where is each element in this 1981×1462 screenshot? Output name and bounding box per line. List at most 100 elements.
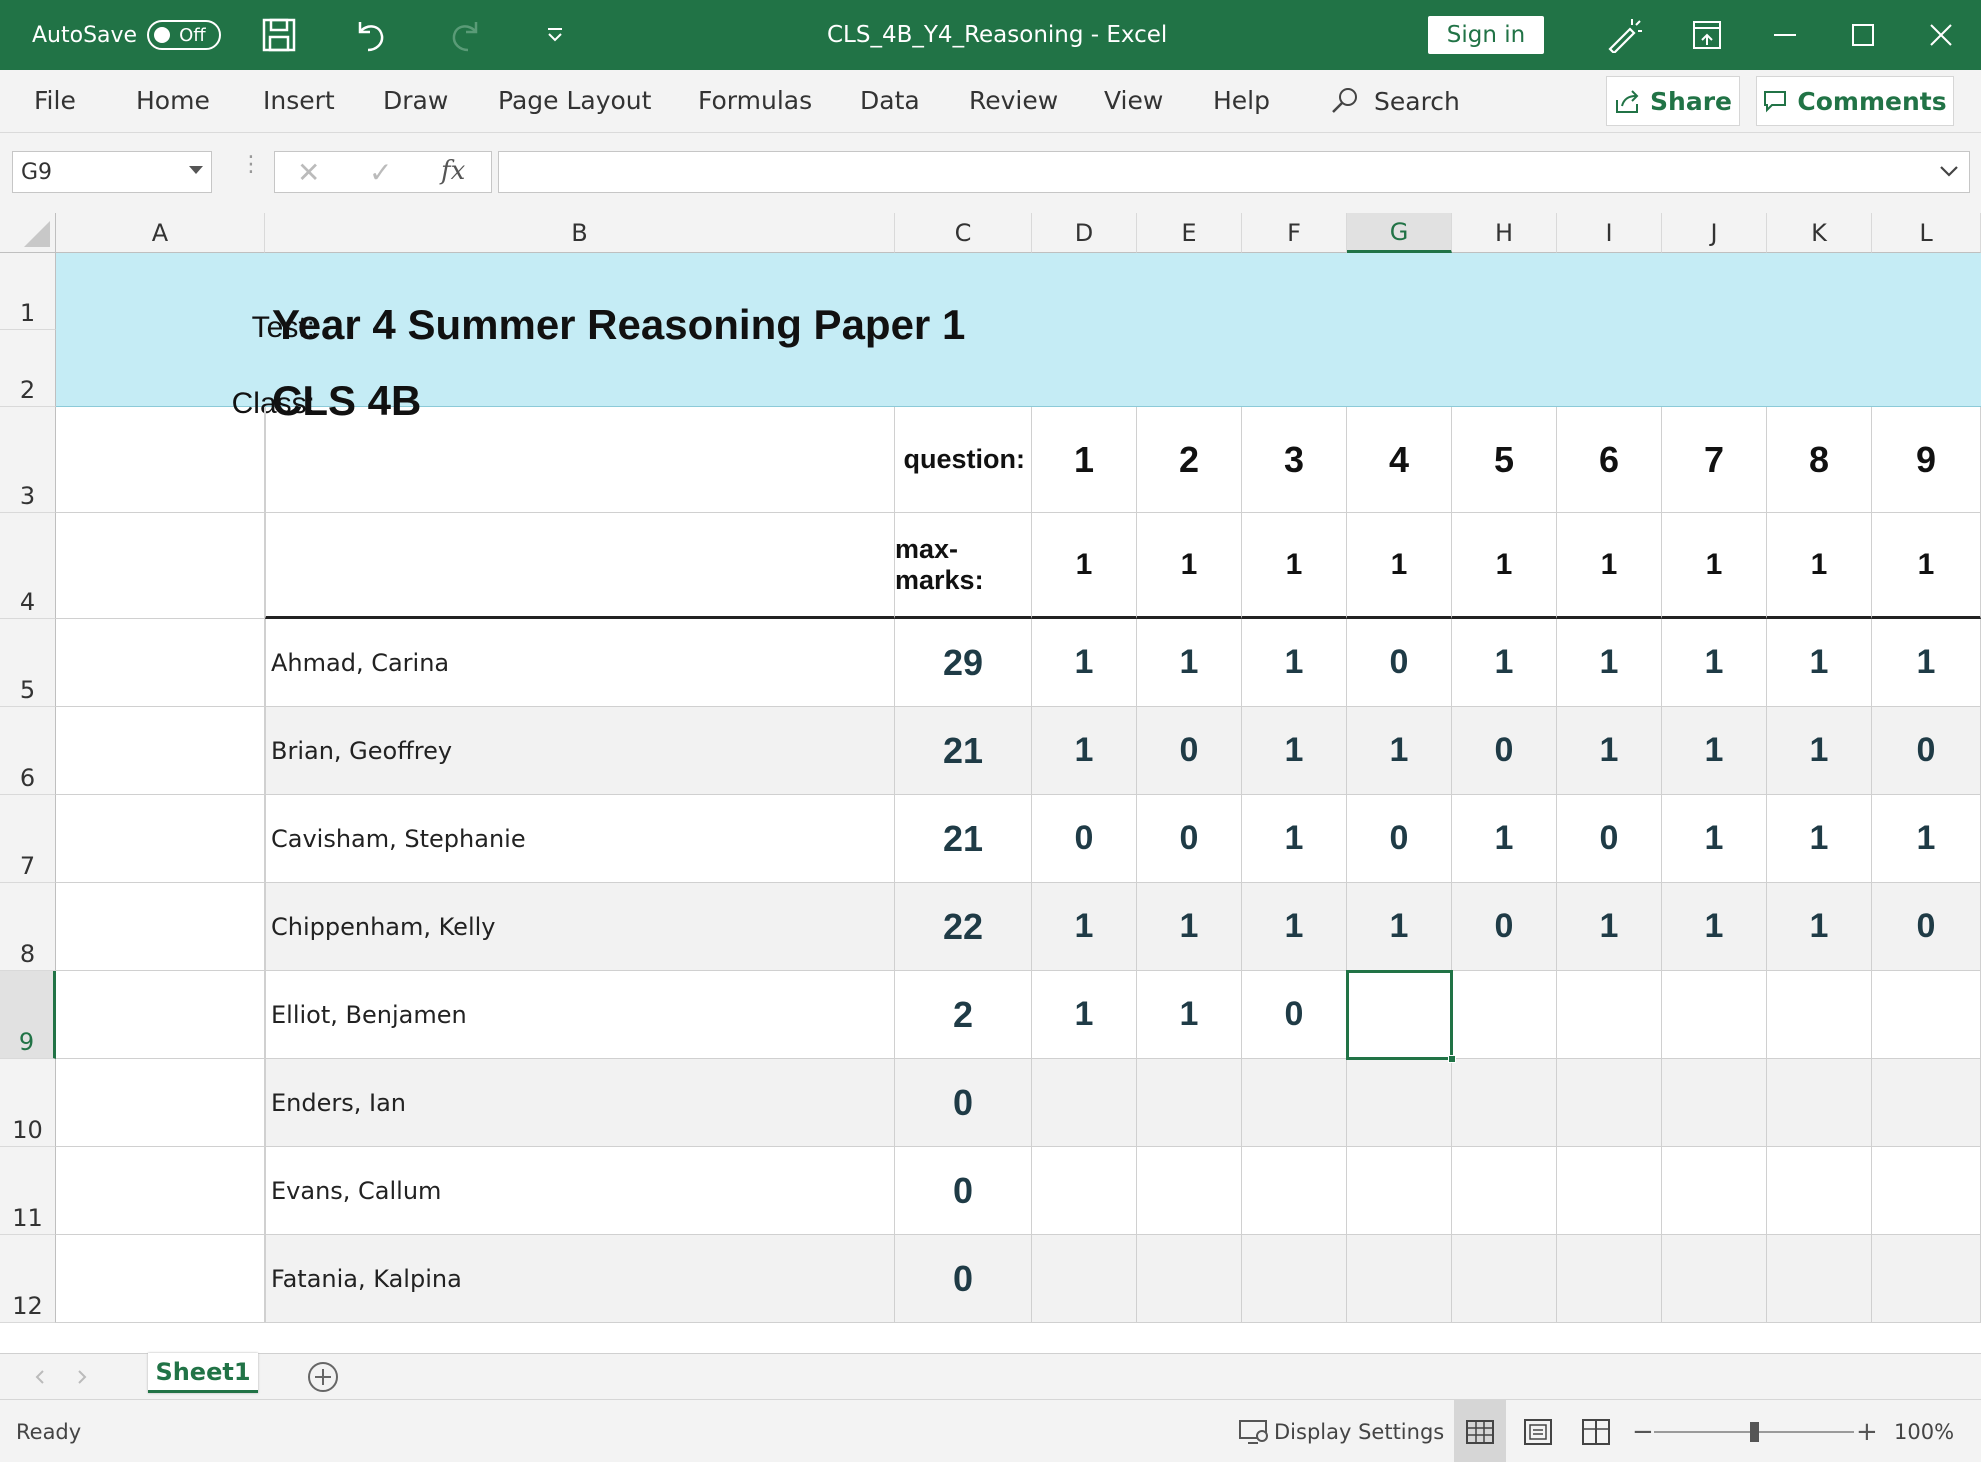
max-mark-value[interactable]: 1	[1662, 513, 1767, 619]
max-marks-label[interactable]: max-marks:	[895, 513, 1032, 619]
question-mark[interactable]	[1767, 1059, 1872, 1147]
column-header-f[interactable]: F	[1242, 213, 1347, 253]
column-header-l[interactable]: L	[1872, 213, 1981, 253]
autosave-toggle[interactable]: Off	[147, 20, 222, 50]
cell-b3[interactable]	[265, 407, 895, 513]
row-header-6[interactable]: 6	[0, 707, 56, 795]
question-mark[interactable]	[1242, 1147, 1347, 1235]
question-mark[interactable]: 1	[1032, 971, 1137, 1059]
student-name[interactable]: Ahmad, Carina	[265, 619, 895, 707]
max-mark-value[interactable]: 1	[1347, 513, 1452, 619]
student-total-score[interactable]: 0	[895, 1059, 1032, 1147]
question-mark[interactable]: 1	[1662, 883, 1767, 971]
sign-in-button[interactable]: Sign in	[1428, 16, 1544, 54]
question-mark[interactable]	[1662, 1235, 1767, 1323]
row-header-3[interactable]: 3	[0, 407, 56, 513]
question-mark[interactable]: 1	[1137, 971, 1242, 1059]
select-all-corner[interactable]	[0, 213, 56, 253]
row-header-5[interactable]: 5	[0, 619, 56, 707]
cancel-icon[interactable]: ✕	[297, 156, 320, 189]
question-mark[interactable]	[1872, 1147, 1981, 1235]
scroll-right-icon[interactable]	[76, 1369, 88, 1385]
question-mark[interactable]	[1557, 971, 1662, 1059]
question-number[interactable]: 5	[1452, 407, 1557, 513]
row-header-2[interactable]: 2	[0, 330, 56, 407]
question-number[interactable]: 4	[1347, 407, 1452, 513]
minimize-icon[interactable]	[1774, 0, 1796, 70]
question-number[interactable]: 1	[1032, 407, 1137, 513]
active-cell-g9[interactable]	[1346, 970, 1453, 1060]
page-layout-view-button[interactable]	[1512, 1400, 1564, 1462]
question-mark[interactable]	[1347, 1147, 1452, 1235]
cell-b4[interactable]	[265, 513, 895, 619]
column-header-e[interactable]: E	[1137, 213, 1242, 253]
student-total-score[interactable]: 0	[895, 1235, 1032, 1323]
zoom-slider-thumb[interactable]	[1750, 1421, 1759, 1442]
question-mark[interactable]: 0	[1872, 883, 1981, 971]
customize-quick-access-icon[interactable]	[546, 0, 564, 70]
question-mark[interactable]: 1	[1557, 883, 1662, 971]
cell-a3[interactable]	[56, 407, 265, 513]
question-mark[interactable]: 1	[1032, 707, 1137, 795]
student-name[interactable]: Fatania, Kalpina	[265, 1235, 895, 1323]
question-mark[interactable]	[1347, 1235, 1452, 1323]
question-mark[interactable]	[1557, 1235, 1662, 1323]
question-mark[interactable]	[1767, 1235, 1872, 1323]
question-mark[interactable]	[1662, 971, 1767, 1059]
zoom-level[interactable]: 100%	[1894, 1400, 1954, 1462]
tab-home[interactable]: Home	[136, 86, 210, 115]
question-number[interactable]: 3	[1242, 407, 1347, 513]
question-mark[interactable]: 1	[1872, 619, 1981, 707]
question-mark[interactable]	[1032, 1059, 1137, 1147]
question-mark[interactable]: 1	[1452, 619, 1557, 707]
test-title[interactable]: Year 4 Summer Reasoning Paper 1	[272, 301, 965, 349]
zoom-in-button[interactable]: +	[1856, 1400, 1878, 1462]
question-mark[interactable]: 1	[1242, 619, 1347, 707]
enter-check-icon[interactable]: ✓	[369, 156, 392, 189]
column-header-c[interactable]: C	[895, 213, 1032, 253]
question-mark[interactable]: 0	[1452, 707, 1557, 795]
question-mark[interactable]	[1872, 1059, 1981, 1147]
tab-help[interactable]: Help	[1213, 86, 1270, 115]
question-mark[interactable]: 0	[1452, 883, 1557, 971]
question-mark[interactable]: 1	[1032, 883, 1137, 971]
max-mark-value[interactable]: 1	[1137, 513, 1242, 619]
cell-a8[interactable]	[56, 883, 265, 971]
question-mark[interactable]: 0	[1347, 795, 1452, 883]
autosave-control[interactable]: AutoSave Off	[32, 0, 222, 70]
student-name[interactable]: Enders, Ian	[265, 1059, 895, 1147]
student-name[interactable]: Chippenham, Kelly	[265, 883, 895, 971]
question-number[interactable]: 2	[1137, 407, 1242, 513]
question-mark[interactable]: 1	[1347, 707, 1452, 795]
question-mark[interactable]	[1452, 971, 1557, 1059]
question-mark[interactable]: 1	[1137, 883, 1242, 971]
student-name[interactable]: Cavisham, Stephanie	[265, 795, 895, 883]
row-header-4[interactable]: 4	[0, 513, 56, 619]
name-box[interactable]: G9	[12, 151, 212, 193]
question-mark[interactable]: 0	[1137, 707, 1242, 795]
question-number[interactable]: 6	[1557, 407, 1662, 513]
question-mark[interactable]: 1	[1242, 883, 1347, 971]
question-mark[interactable]: 1	[1557, 619, 1662, 707]
question-mark[interactable]	[1767, 971, 1872, 1059]
column-header-a[interactable]: A	[56, 213, 265, 253]
row-header-1[interactable]: 1	[0, 253, 56, 330]
cell-a12[interactable]	[56, 1235, 265, 1323]
cell-a10[interactable]	[56, 1059, 265, 1147]
question-mark[interactable]: 1	[1032, 619, 1137, 707]
student-total-score[interactable]: 29	[895, 619, 1032, 707]
page-break-view-button[interactable]	[1570, 1400, 1622, 1462]
save-icon[interactable]	[262, 0, 296, 70]
row-header-11[interactable]: 11	[0, 1147, 56, 1235]
question-mark[interactable]: 0	[1242, 971, 1347, 1059]
drag-handle-icon[interactable]: ⋮	[240, 154, 262, 176]
zoom-slider[interactable]	[1654, 1400, 1854, 1462]
question-mark[interactable]: 1	[1242, 795, 1347, 883]
question-mark[interactable]: 0	[1347, 619, 1452, 707]
student-name[interactable]: Evans, Callum	[265, 1147, 895, 1235]
question-mark[interactable]: 0	[1032, 795, 1137, 883]
share-button[interactable]: Share	[1606, 76, 1740, 126]
close-icon[interactable]	[1930, 0, 1952, 70]
question-mark[interactable]	[1872, 1235, 1981, 1323]
chevron-down-icon[interactable]	[189, 166, 203, 174]
